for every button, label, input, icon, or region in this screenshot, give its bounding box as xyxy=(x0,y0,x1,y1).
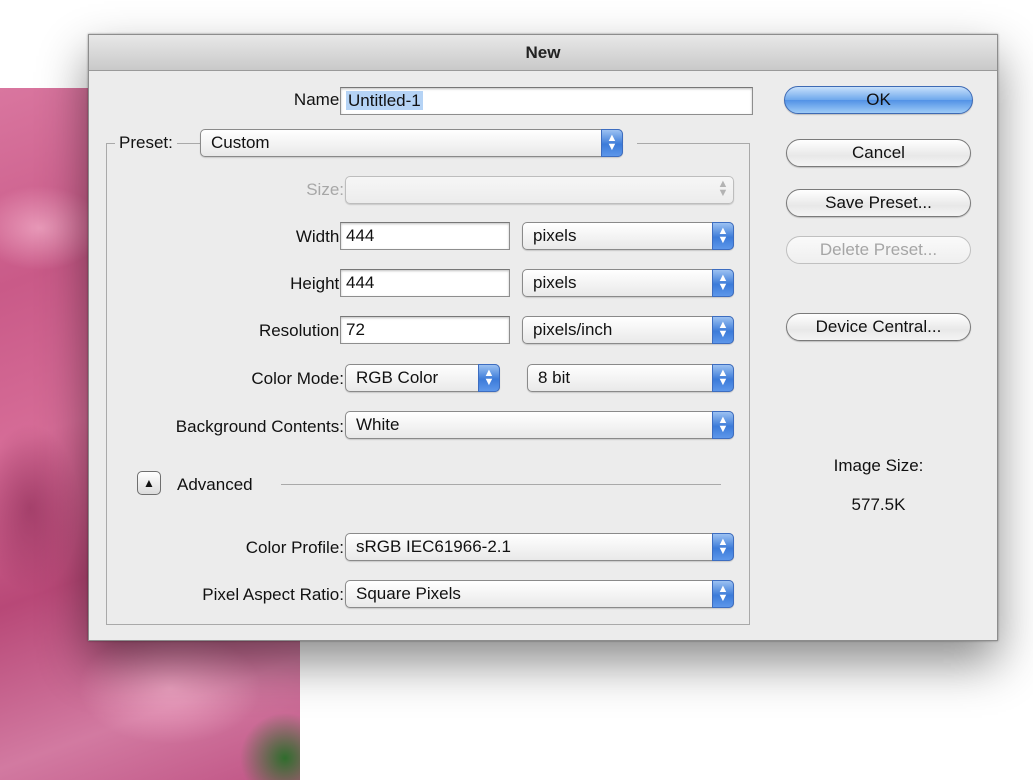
width-label: Width: xyxy=(295,227,344,246)
color-mode-value: RGB Color xyxy=(356,368,439,387)
preset-label: Preset: xyxy=(115,133,177,153)
height-unit-value: pixels xyxy=(533,273,577,292)
pixel-aspect-ratio-select[interactable]: Square Pixels ▲ ▼ xyxy=(345,580,734,608)
name-input[interactable]: Untitled-1 xyxy=(340,87,753,115)
popup-arrows-icon: ▲ ▼ xyxy=(712,411,734,439)
save-preset-button[interactable]: Save Preset... xyxy=(786,189,971,217)
width-input[interactable]: 444 xyxy=(340,222,510,250)
color-mode-label: Color Mode: xyxy=(251,369,344,388)
advanced-toggle-button[interactable]: ▲ xyxy=(137,471,161,495)
bit-depth-select[interactable]: 8 bit ▲ ▼ xyxy=(527,364,734,392)
popup-arrows-icon: ▲ ▼ xyxy=(601,129,623,157)
advanced-label: Advanced xyxy=(177,475,253,494)
ok-button[interactable]: OK xyxy=(784,86,973,114)
color-mode-select[interactable]: RGB Color ▲ ▼ xyxy=(345,364,500,392)
pixel-aspect-ratio-label: Pixel Aspect Ratio: xyxy=(202,585,344,604)
color-profile-select[interactable]: sRGB IEC61966-2.1 ▲ ▼ xyxy=(345,533,734,561)
image-size-value: 577.5K xyxy=(851,495,906,514)
popup-arrows-icon: ▲ ▼ xyxy=(712,222,734,250)
delete-preset-button: Delete Preset... xyxy=(786,236,971,264)
cancel-button[interactable]: Cancel xyxy=(786,139,971,167)
pixel-aspect-ratio-value: Square Pixels xyxy=(356,584,461,603)
height-label: Height: xyxy=(290,274,344,293)
resolution-unit-value: pixels/inch xyxy=(533,320,613,339)
popup-arrows-icon: ▲ ▼ xyxy=(712,316,734,344)
popup-arrows-icon: ▲ ▼ xyxy=(717,178,729,199)
popup-arrows-icon: ▲ ▼ xyxy=(712,364,734,392)
color-profile-label: Color Profile: xyxy=(245,538,344,557)
preset-select-value: Custom xyxy=(211,133,270,152)
dialog-title: New xyxy=(89,35,997,71)
bit-depth-value: 8 bit xyxy=(538,368,571,387)
popup-arrows-icon: ▲ ▼ xyxy=(478,364,500,392)
height-unit-select[interactable]: pixels ▲ ▼ xyxy=(522,269,734,297)
width-unit-select[interactable]: pixels ▲ ▼ xyxy=(522,222,734,250)
width-input-value: 444 xyxy=(346,226,375,245)
popup-arrows-icon: ▲ ▼ xyxy=(712,269,734,297)
popup-arrows-icon: ▲ ▼ xyxy=(712,533,734,561)
name-input-value: Untitled-1 xyxy=(346,91,423,110)
width-unit-value: pixels xyxy=(533,226,577,245)
device-central-button[interactable]: Device Central... xyxy=(786,313,971,341)
resolution-input[interactable]: 72 xyxy=(340,316,510,344)
background-contents-value: White xyxy=(356,415,400,434)
size-label: Size: xyxy=(306,180,344,199)
height-input[interactable]: 444 xyxy=(340,269,510,297)
disclosure-triangle-icon: ▲ xyxy=(143,476,155,490)
resolution-unit-select[interactable]: pixels/inch ▲ ▼ xyxy=(522,316,734,344)
preset-select[interactable]: Custom ▲ ▼ xyxy=(200,129,623,157)
background-contents-select[interactable]: White ▲ ▼ xyxy=(345,411,734,439)
popup-arrows-icon: ▲ ▼ xyxy=(712,580,734,608)
new-document-dialog: New Name: Untitled-1 Preset: Custom ▲ ▼ S… xyxy=(88,34,998,641)
name-label: Name: xyxy=(293,90,344,109)
advanced-divider xyxy=(281,484,721,485)
background-contents-label: Background Contents: xyxy=(175,417,344,436)
size-select: ▲ ▼ xyxy=(345,176,734,204)
resolution-label: Resolution: xyxy=(258,321,344,340)
color-profile-value: sRGB IEC61966-2.1 xyxy=(356,537,511,556)
resolution-input-value: 72 xyxy=(346,320,365,339)
height-input-value: 444 xyxy=(346,273,375,292)
image-size-label: Image Size: xyxy=(833,456,924,475)
